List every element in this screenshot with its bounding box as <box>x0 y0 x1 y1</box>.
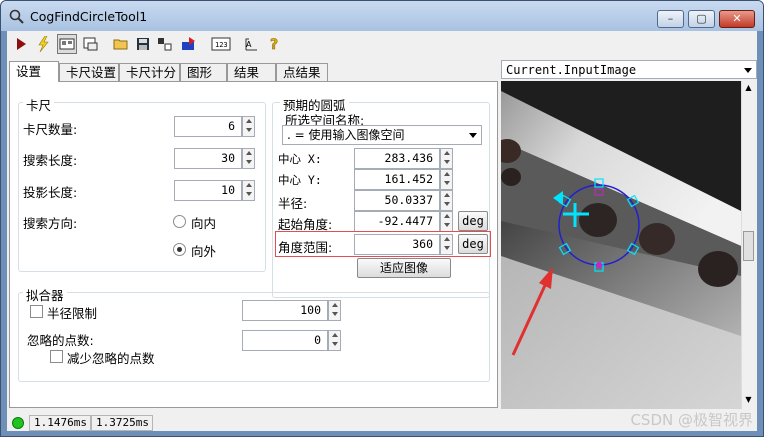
tab-graphics[interactable]: 图形 <box>180 63 227 81</box>
status-indicator-icon <box>12 417 24 429</box>
ignored-points-spinner[interactable] <box>328 330 341 351</box>
radius-limit-spinner[interactable] <box>328 300 341 321</box>
display-image-icon[interactable] <box>57 34 77 54</box>
center-y-input[interactable]: 161.452 <box>354 169 440 190</box>
start-angle-spinner[interactable] <box>440 211 453 232</box>
record-icon[interactable] <box>81 34 101 54</box>
center-y-label: 中心 Y: <box>278 173 322 187</box>
start-angle-input[interactable]: -92.4477 <box>354 211 440 232</box>
watermark: CSDN @极智视界 <box>630 411 753 429</box>
search-length-label: 搜索长度: <box>23 153 78 168</box>
caliper-group-label: 卡尺 <box>23 95 55 114</box>
settings-panel: 卡尺 卡尺数量: 6 搜索长度: 30 投影长度: 10 搜索方向: 向内 向外… <box>9 81 498 408</box>
numeric-display-icon[interactable]: 123 <box>209 34 233 54</box>
title-bar: CogFindCircleTool1 – ▢ ✕ <box>1 1 763 31</box>
fitter-group-label: 拟合器 <box>23 285 67 304</box>
last-run-time: 1.1476ms <box>29 415 91 431</box>
outward-radio[interactable] <box>173 243 186 256</box>
reset-icon[interactable] <box>179 34 199 54</box>
tab-point-results[interactable]: 点结果 <box>276 63 328 81</box>
client-area: 123 A ? 设置 卡尺设置 卡尺计分 图形 结果 点结果 卡尺 卡尺数量: … <box>7 31 757 431</box>
angle-span-label: 角度范围: <box>278 240 333 255</box>
reduce-ignored-checkbox[interactable] <box>50 350 63 363</box>
input-image <box>501 81 741 409</box>
dropdown-arrow-icon <box>744 68 752 73</box>
vertical-scrollbar[interactable]: ▲ ▼ <box>741 81 756 409</box>
image-selector[interactable]: Current.InputImage <box>501 60 757 79</box>
search-length-spinner[interactable] <box>242 148 255 169</box>
radius-input[interactable]: 50.0337 <box>354 190 440 211</box>
dropdown-arrow-icon <box>469 133 477 138</box>
svg-text:?: ? <box>270 37 278 52</box>
svg-text:123: 123 <box>215 41 228 49</box>
center-x-spinner[interactable] <box>440 148 453 169</box>
ignored-points-label: 忽略的点数: <box>27 333 94 348</box>
vertical-scroll-thumb[interactable] <box>743 231 754 261</box>
search-length-input[interactable]: 30 <box>174 148 242 169</box>
fit-to-image-button[interactable]: 适应图像 <box>357 258 451 278</box>
radius-spinner[interactable] <box>440 190 453 211</box>
radius-limit-checkbox[interactable] <box>30 305 43 318</box>
projection-length-spinner[interactable] <box>242 180 255 201</box>
total-run-time: 1.3725ms <box>91 415 153 431</box>
minimize-button[interactable]: – <box>657 10 684 28</box>
outward-label: 向外 <box>191 244 217 259</box>
scroll-down-icon[interactable]: ▼ <box>744 395 753 405</box>
caliper-count-label: 卡尺数量: <box>23 122 78 137</box>
projection-length-input[interactable]: 10 <box>174 180 242 201</box>
tab-caliper-settings[interactable]: 卡尺设置 <box>59 63 119 81</box>
app-window: CogFindCircleTool1 – ▢ ✕ 123 A ? 设置 卡尺设置… <box>0 0 764 437</box>
local-graphics-icon[interactable]: A <box>241 34 261 54</box>
image-view-pane: Current.InputImage ▲ ▼ <box>501 59 757 409</box>
inward-label: 向内 <box>191 216 217 231</box>
inward-radio[interactable] <box>173 215 186 228</box>
tab-settings[interactable]: 设置 <box>9 61 59 82</box>
search-direction-label: 搜索方向: <box>23 216 78 231</box>
image-selector-value: Current.InputImage <box>506 63 637 77</box>
center-y-spinner[interactable] <box>440 169 453 190</box>
electric-icon[interactable] <box>33 34 53 54</box>
start-angle-unit-button[interactable]: deg <box>458 211 488 231</box>
reduce-ignored-label: 减少忽略的点数 <box>67 351 155 366</box>
close-button[interactable]: ✕ <box>719 10 755 28</box>
projection-length-label: 投影长度: <box>23 185 78 200</box>
save-icon[interactable] <box>133 34 153 54</box>
scroll-up-icon[interactable]: ▲ <box>744 83 753 93</box>
angle-span-input[interactable]: 360 <box>354 234 440 255</box>
tab-caliper-scoring[interactable]: 卡尺计分 <box>119 63 180 81</box>
maximize-button[interactable]: ▢ <box>688 10 715 28</box>
radius-label: 半径: <box>278 196 308 211</box>
caliper-count-spinner[interactable] <box>242 116 255 137</box>
edit-properties-icon[interactable] <box>155 34 175 54</box>
center-x-label: 中心 X: <box>278 152 322 166</box>
svg-text:A: A <box>246 40 252 49</box>
window-title: CogFindCircleTool1 <box>30 9 148 24</box>
toolbar: 123 A ? <box>7 31 757 57</box>
space-name-select[interactable]: . = 使用输入图像空间 <box>282 125 482 145</box>
open-folder-icon[interactable] <box>111 34 131 54</box>
help-icon[interactable]: ? <box>265 34 285 54</box>
image-display[interactable] <box>501 81 741 409</box>
center-x-input[interactable]: 283.436 <box>354 148 440 169</box>
tab-results[interactable]: 结果 <box>227 63 276 81</box>
space-name-value: . = 使用输入图像空间 <box>287 128 405 142</box>
angle-span-unit-button[interactable]: deg <box>458 234 488 254</box>
angle-span-spinner[interactable] <box>440 234 453 255</box>
ignored-points-input[interactable]: 0 <box>242 330 328 351</box>
find-circle-tool-icon <box>9 9 24 24</box>
caliper-count-input[interactable]: 6 <box>174 116 242 137</box>
radius-limit-label: 半径限制 <box>47 306 98 321</box>
radius-limit-input[interactable]: 100 <box>242 300 328 321</box>
run-icon[interactable] <box>11 34 31 54</box>
